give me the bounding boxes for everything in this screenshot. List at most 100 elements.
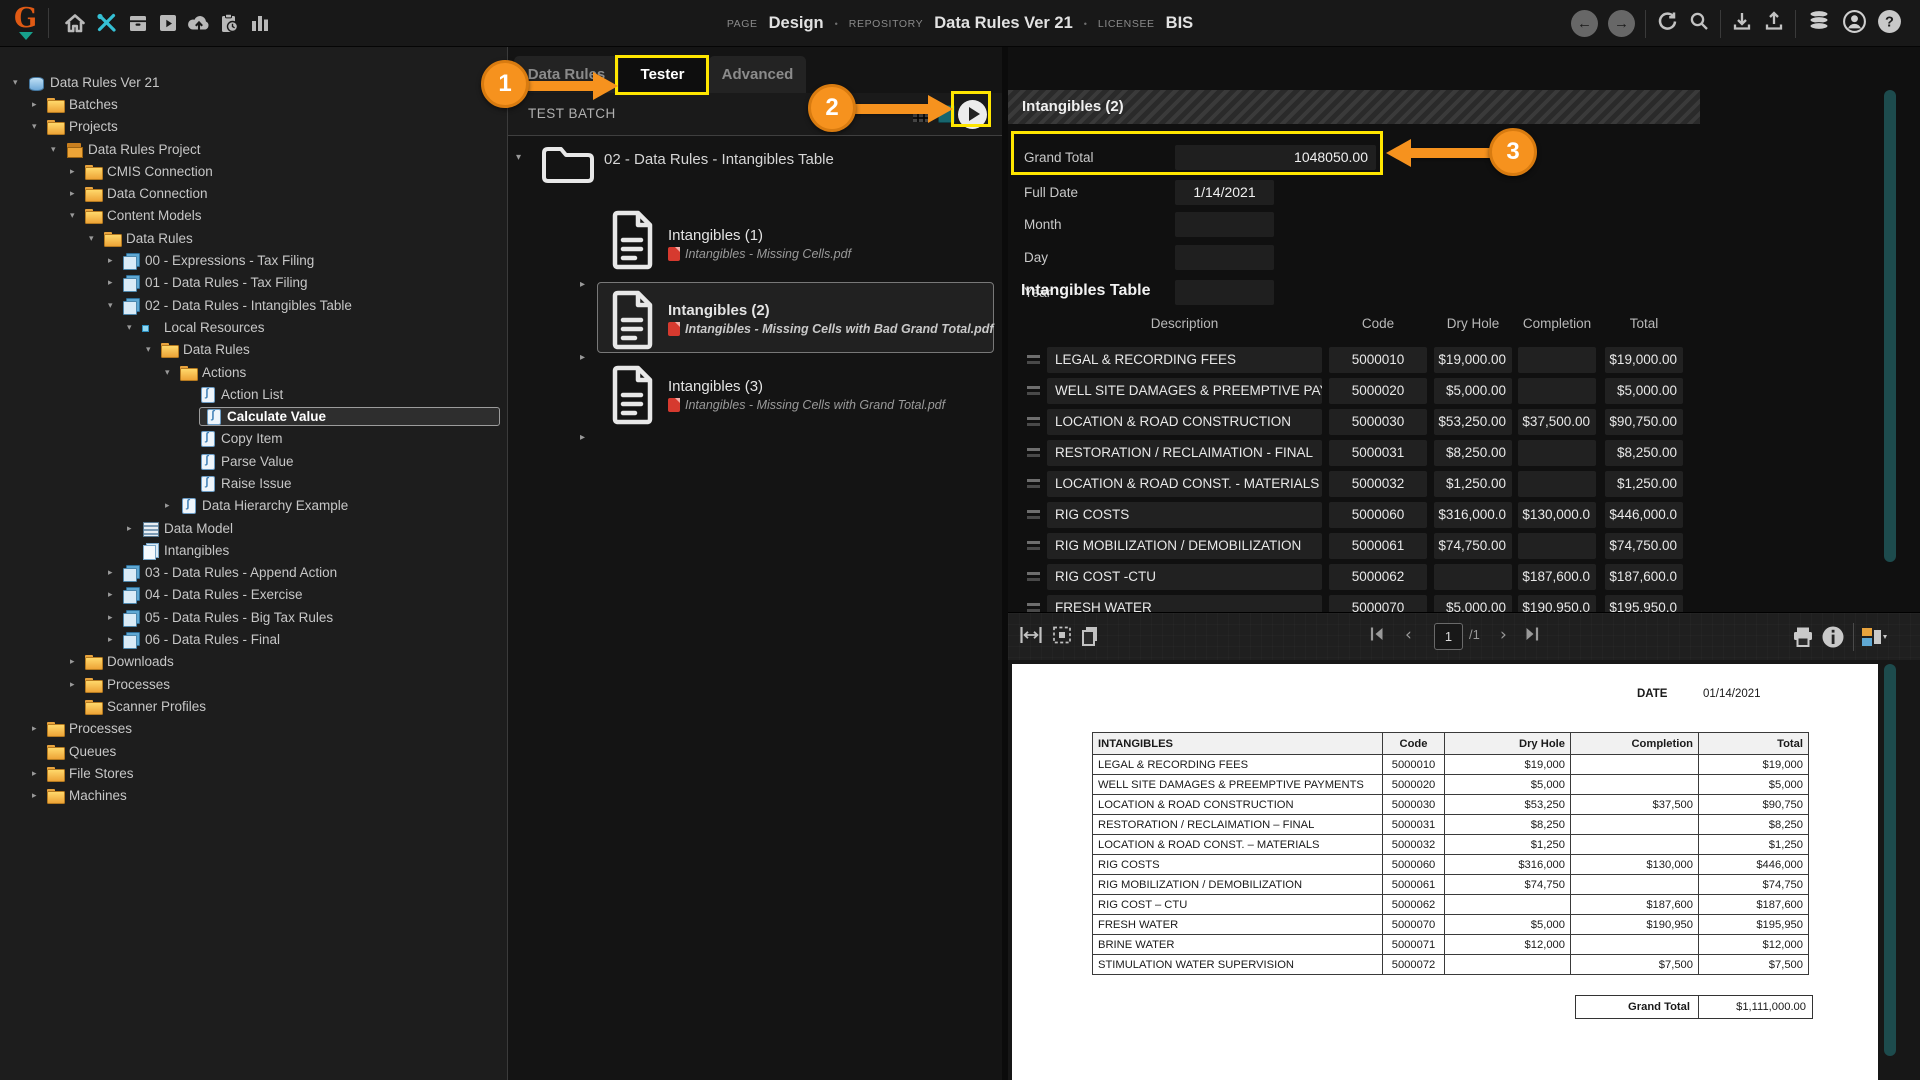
cell-dry-hole[interactable]: $1,250.00 [1434, 471, 1512, 497]
fit-width-icon[interactable] [1019, 625, 1043, 650]
tree-expander-icon[interactable]: ▸ [32, 99, 47, 110]
tree-item-actions[interactable]: ▾ Actions [0, 361, 507, 383]
item-title[interactable]: Intangibles (3) [668, 378, 763, 395]
cell-description[interactable]: RIG COST -CTU [1047, 564, 1322, 590]
data-panel-scrollbar[interactable] [1884, 90, 1896, 562]
cell-total[interactable]: $195,950.0 [1605, 595, 1683, 612]
tree-expander-icon[interactable]: ▸ [165, 500, 180, 511]
tree-item-05-data-rules-big-tax-rules[interactable]: ▸ 05 - Data Rules - Big Tax Rules [0, 606, 507, 628]
document-icon[interactable] [608, 210, 656, 275]
tree-item-03-data-rules-append-action[interactable]: ▸ 03 - Data Rules - Append Action [0, 562, 507, 584]
tree-item-cmis-connection[interactable]: ▸ CMIS Connection [0, 160, 507, 182]
cell-code[interactable]: 5000031 [1329, 440, 1427, 466]
licensee-value[interactable]: BIS [1166, 14, 1194, 33]
cell-description[interactable]: RESTORATION / RECLAIMATION - FINAL [1047, 440, 1322, 466]
item-filename-row[interactable]: Intangibles - Missing Cells.pdf [668, 247, 851, 261]
cell-completion[interactable]: $37,500.00 [1518, 409, 1596, 435]
tools-icon[interactable] [95, 12, 118, 39]
tree-item-data-rules-ver-21[interactable]: ▾ Data Rules Ver 21 [0, 71, 507, 93]
tree-expander-icon[interactable]: ▸ [32, 768, 47, 779]
cell-code[interactable]: 5000062 [1329, 564, 1427, 590]
item-title[interactable]: Intangibles (1) [668, 227, 763, 244]
row-grip-icon[interactable] [1027, 448, 1040, 457]
cell-description[interactable]: LOCATION & ROAD CONSTRUCTION [1047, 409, 1322, 435]
tree-item-06-data-rules-final[interactable]: ▸ 06 - Data Rules - Final [0, 628, 507, 650]
grand-total-field[interactable]: 1048050.00 [1175, 145, 1376, 170]
cell-dry-hole[interactable]: $5,000.00 [1434, 595, 1512, 612]
day-field[interactable] [1175, 245, 1274, 270]
row-grip-icon[interactable] [1027, 572, 1040, 581]
cell-completion[interactable]: $190,950.0 [1518, 595, 1596, 612]
cell-description[interactable]: WELL SITE DAMAGES & PREEMPTIVE PAYMENTS [1047, 378, 1322, 404]
cell-total[interactable]: $19,000.00 [1605, 347, 1683, 373]
tree-expander-icon[interactable]: ▸ [127, 523, 142, 534]
tree-expander-icon[interactable]: ▾ [127, 322, 142, 333]
row-grip-icon[interactable] [1027, 510, 1040, 519]
tree-expander-icon[interactable]: ▸ [108, 612, 123, 623]
stats-chart-icon[interactable] [250, 12, 270, 39]
tree-expander-icon[interactable]: ▾ [89, 233, 104, 244]
cell-dry-hole[interactable]: $19,000.00 [1434, 347, 1512, 373]
cell-dry-hole[interactable]: $8,250.00 [1434, 440, 1512, 466]
cell-dry-hole[interactable] [1434, 564, 1512, 590]
year-field[interactable] [1175, 280, 1274, 305]
first-page-icon[interactable] [1368, 625, 1386, 648]
tree-item-parse-value[interactable]: Parse Value [0, 450, 507, 472]
clipboard-clock-icon[interactable] [218, 12, 240, 39]
tree-item-content-models[interactable]: ▾ Content Models [0, 205, 507, 227]
archive-box-icon[interactable] [127, 12, 149, 39]
tree-item-processes[interactable]: ▸ Processes [0, 718, 507, 740]
batch-folder-label[interactable]: 02 - Data Rules - Intangibles Table [604, 151, 834, 168]
batch-play-icon[interactable] [157, 12, 179, 39]
download-icon[interactable] [1731, 10, 1753, 37]
tree-item-action-list[interactable]: Action List [0, 383, 507, 405]
tree-expander-icon[interactable]: ▾ [108, 300, 123, 311]
tree-expander-icon[interactable]: ▾ [13, 77, 28, 88]
search-icon[interactable] [1688, 10, 1710, 37]
row-grip-icon[interactable] [1027, 603, 1040, 612]
document-icon[interactable] [608, 290, 656, 355]
cell-dry-hole[interactable]: $74,750.00 [1434, 533, 1512, 559]
tree-item-intangibles[interactable]: Intangibles [0, 539, 507, 561]
next-page-icon[interactable]: › [1500, 625, 1507, 645]
tree-expander-icon[interactable]: ▸ [32, 790, 47, 801]
tree-item-data-connection[interactable]: ▸ Data Connection [0, 182, 507, 204]
tree-expander-icon[interactable]: ▸ [70, 188, 85, 199]
cell-total[interactable]: $187,600.0 [1605, 564, 1683, 590]
cell-dry-hole[interactable]: $316,000.0 [1434, 502, 1512, 528]
tree-expander-icon[interactable]: ▾ [32, 121, 47, 132]
row-grip-icon[interactable] [1027, 386, 1040, 395]
tree-expander-icon[interactable]: ▾ [51, 144, 66, 155]
marquee-select-icon[interactable] [1051, 625, 1073, 650]
test-run-button[interactable] [958, 100, 987, 129]
cell-code[interactable]: 5000070 [1329, 595, 1427, 612]
cell-code[interactable]: 5000030 [1329, 409, 1427, 435]
cell-description[interactable]: FRESH WATER [1047, 595, 1322, 612]
tree-item-copy-item[interactable]: Copy Item [0, 428, 507, 450]
forward-icon[interactable]: → [1608, 10, 1635, 37]
tree-item-data-model[interactable]: ▸ Data Model [0, 517, 507, 539]
database-icon[interactable] [1806, 9, 1832, 38]
cell-total[interactable]: $8,250.00 [1605, 440, 1683, 466]
help-icon[interactable]: ? [1877, 9, 1902, 39]
item-expander[interactable]: ▸ [580, 279, 585, 290]
document-scrollbar[interactable] [1884, 664, 1896, 1056]
tree-item-scanner-profiles[interactable]: Scanner Profiles [0, 695, 507, 717]
row-grip-icon[interactable] [1027, 479, 1040, 488]
cell-code[interactable]: 5000060 [1329, 502, 1427, 528]
tree-expander-icon[interactable]: ▸ [70, 656, 85, 667]
cell-dry-hole[interactable]: $5,000.00 [1434, 378, 1512, 404]
user-account-icon[interactable] [1842, 9, 1867, 39]
info-icon[interactable] [1821, 625, 1845, 654]
page-value[interactable]: Design [769, 14, 824, 33]
upload-icon[interactable] [1763, 10, 1785, 37]
tree-item-machines[interactable]: ▸ Machines [0, 785, 507, 807]
back-icon[interactable]: ← [1571, 10, 1598, 37]
cell-code[interactable]: 5000020 [1329, 378, 1427, 404]
cell-completion[interactable] [1518, 440, 1596, 466]
cell-completion[interactable]: $187,600.0 [1518, 564, 1596, 590]
cell-total[interactable]: $90,750.00 [1605, 409, 1683, 435]
tree-expander-icon[interactable]: ▸ [108, 589, 123, 600]
cell-total[interactable]: $5,000.00 [1605, 378, 1683, 404]
document-icon[interactable] [608, 365, 656, 430]
